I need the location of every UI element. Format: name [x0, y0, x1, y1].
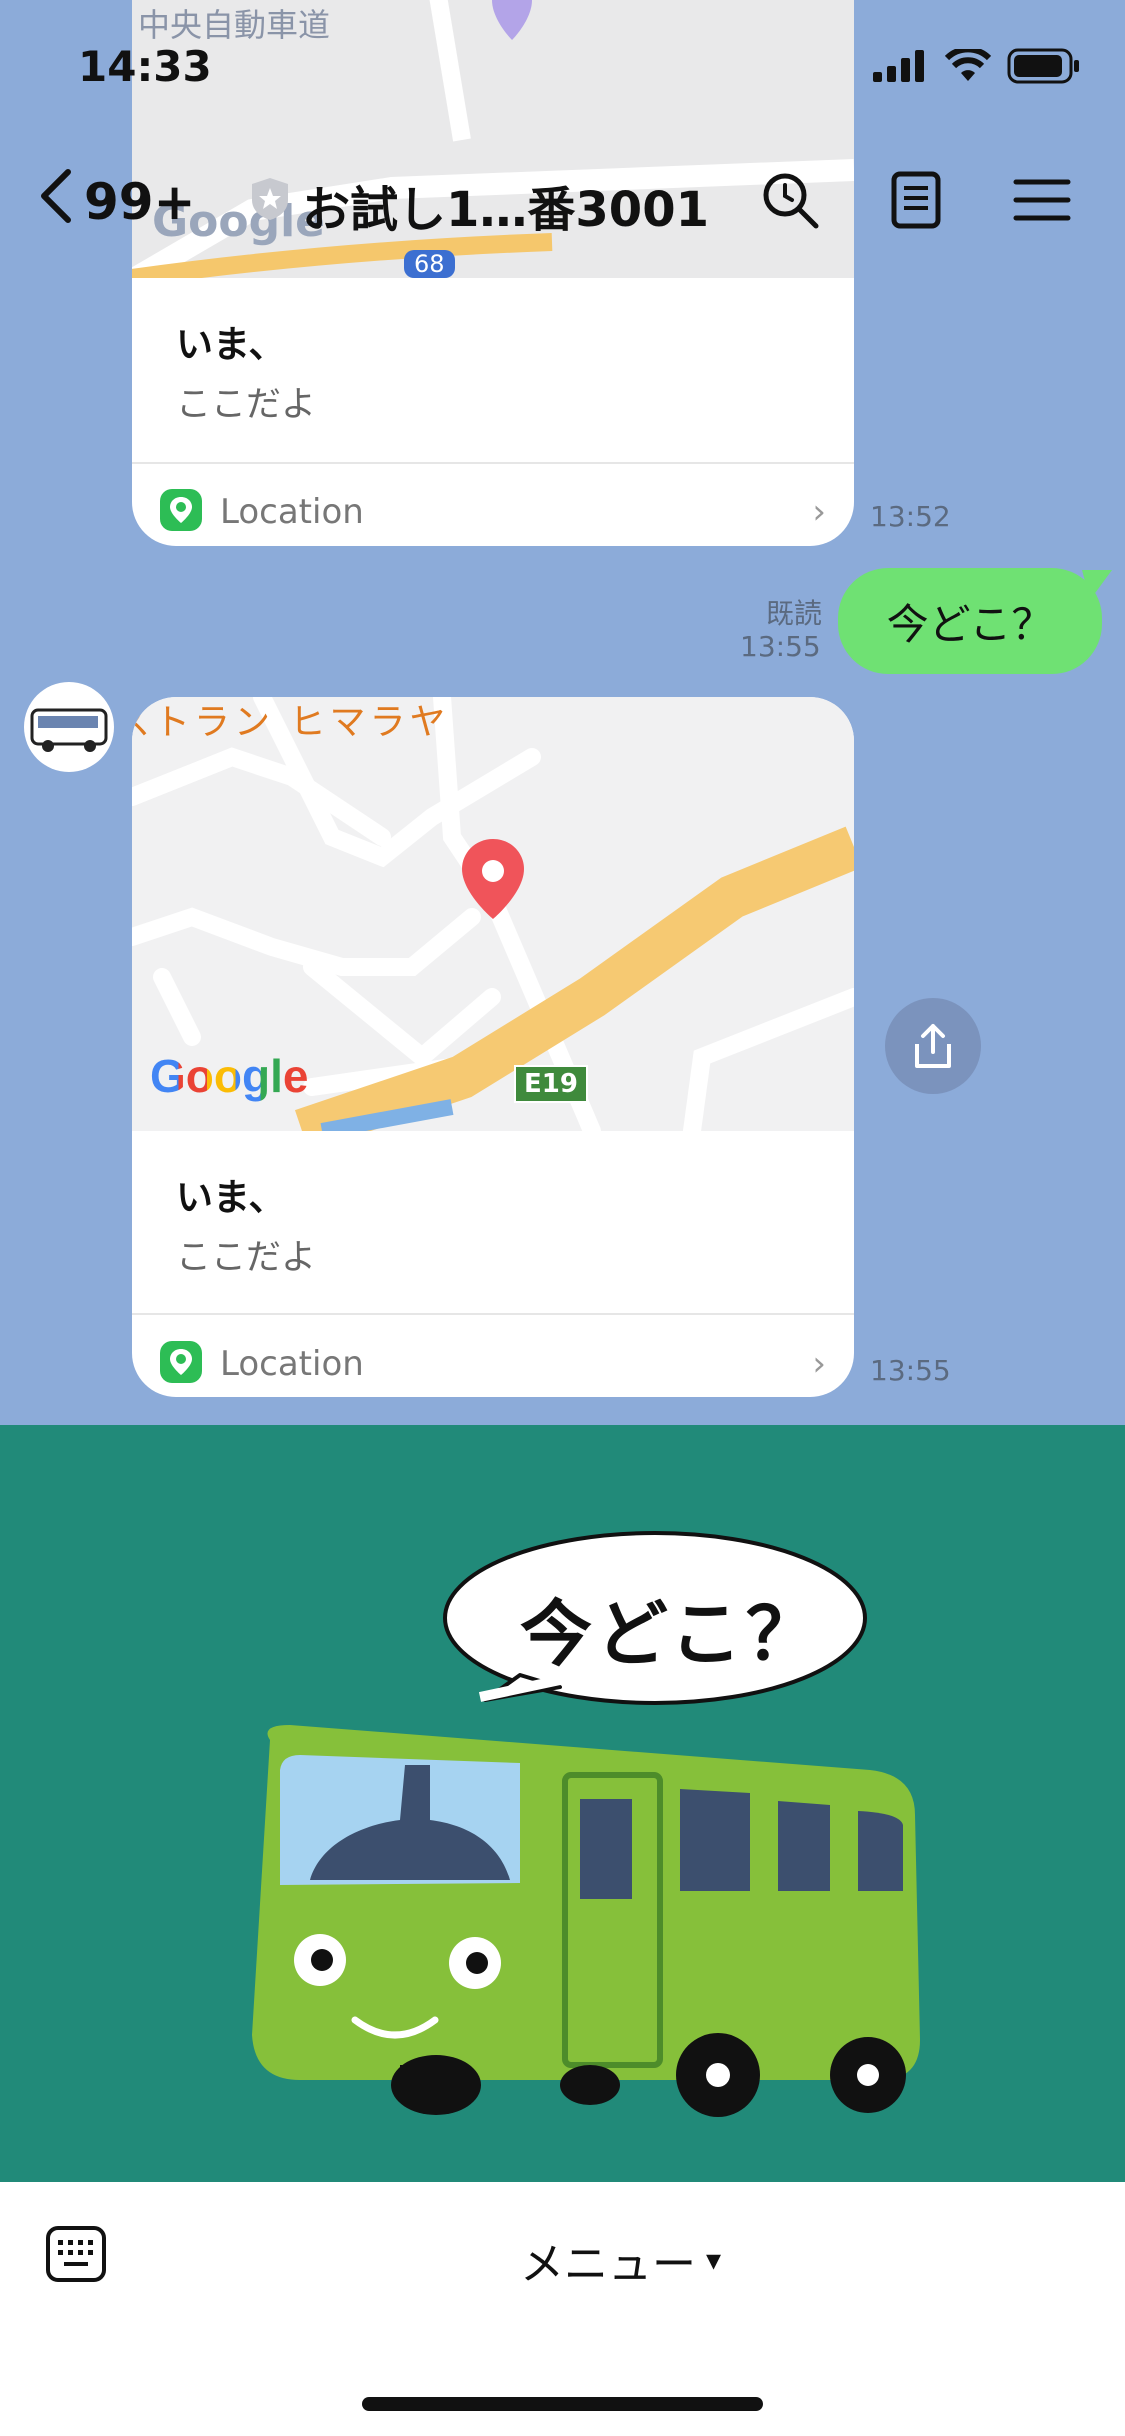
hamburger-icon [1013, 179, 1071, 221]
location-title: いま、 [176, 323, 286, 366]
status-time: 14:33 [78, 42, 212, 91]
map-image-2[interactable]: ストラン ヒマラヤ Google E19 [132, 697, 854, 1131]
read-receipt: 既読 [766, 597, 823, 630]
my-message-bubble[interactable]: 今どこ？ [838, 568, 1102, 674]
menu-label: メニュー [520, 2239, 696, 2290]
home-indicator [362, 2397, 763, 2411]
message-time: 13:55 [740, 630, 821, 663]
menu-button[interactable] [1010, 168, 1074, 232]
wifi-icon [945, 49, 991, 81]
rich-menu-banner[interactable]: 今どこ？ [0, 1425, 1125, 2182]
road-number-badge: 68 [404, 250, 455, 278]
location-label: Location [220, 492, 364, 532]
message-time: 13:52 [870, 500, 951, 533]
keyboard-icon [46, 2226, 106, 2282]
avatar[interactable] [24, 682, 114, 772]
message-time: 13:55 [870, 1354, 951, 1387]
official-shield-icon [250, 176, 290, 234]
chat-title-text: お試し1…番3001 [302, 182, 709, 238]
share-icon [915, 1024, 951, 1068]
status-icons [873, 48, 1081, 84]
signal-icon [873, 50, 924, 82]
search-icon [763, 173, 819, 229]
location-label: Location [220, 1344, 364, 1384]
notes-icon [891, 171, 941, 229]
back-button[interactable]: 99+ [36, 168, 195, 236]
caret-down-icon: ▾ [706, 2242, 722, 2278]
location-title: いま、 [176, 1176, 286, 1219]
speech-bubble-text: 今どこ？ [520, 1592, 822, 1676]
menu-toggle[interactable]: メニュー ▾ [520, 2228, 721, 2292]
chevron-right-icon: › [812, 1344, 826, 1384]
keyboard-toggle-button[interactable] [44, 2222, 108, 2286]
location-card-1[interactable]: 中央自動車道 Google 68 いま、 ここだよ Location › [132, 0, 854, 546]
map-place-text: ストラン ヒマラヤ [132, 702, 450, 743]
search-button[interactable] [758, 168, 822, 232]
location-card-2[interactable]: ストラン ヒマラヤ Google E19 いま、 ここだよ Location › [132, 697, 854, 1397]
location-pin-icon [160, 1341, 202, 1387]
location-footer[interactable]: Location › [132, 462, 854, 546]
location-pin-icon [160, 489, 202, 535]
battery-icon [1007, 48, 1079, 84]
location-subtitle: ここだよ [176, 1238, 317, 1278]
location-footer[interactable]: Location › [132, 1313, 854, 1397]
map-road-text: 中央自動車道 [138, 6, 331, 44]
chat-title[interactable]: お試し1…番3001 [250, 170, 709, 240]
unread-count: 99+ [84, 173, 196, 231]
chevron-right-icon: › [812, 492, 826, 532]
google-logo: Google [150, 1050, 309, 1102]
notes-button[interactable] [884, 168, 948, 232]
bubble-tail [1082, 570, 1112, 600]
share-button[interactable] [885, 998, 981, 1094]
chevron-left-icon [36, 168, 76, 236]
road-number-badge: E19 [514, 1065, 588, 1103]
message-text: 今どこ？ [886, 599, 1054, 649]
location-subtitle: ここだよ [176, 385, 317, 425]
